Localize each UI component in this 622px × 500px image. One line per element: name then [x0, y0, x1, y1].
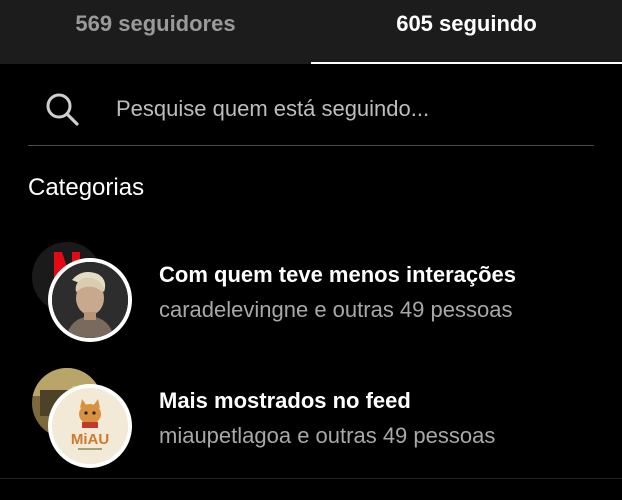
tab-followers[interactable]: 569 seguidores [0, 0, 311, 64]
following-screen: 569 seguidores 605 seguindo Categorias [0, 0, 622, 500]
search-bar [28, 76, 594, 146]
bottom-divider [0, 478, 622, 479]
category-title: Mais mostrados no feed [159, 388, 411, 413]
avatar-stack [28, 240, 138, 342]
svg-text:MiAU: MiAU [71, 431, 109, 448]
tab-bar: 569 seguidores 605 seguindo [0, 0, 622, 64]
tab-followers-label: 569 seguidores [75, 11, 236, 36]
category-subtitle: miaupetlagoa e outras 49 pessoas [159, 423, 496, 448]
person-avatar [48, 258, 132, 342]
miau-logo-avatar: MiAU [48, 384, 132, 468]
category-most-shown[interactable]: MiAU Mais mostrados no feed miaupetlagoa… [28, 366, 598, 468]
tab-following-label: 605 seguindo [396, 11, 537, 36]
category-subtitle: caradelevingne e outras 49 pessoas [159, 297, 513, 322]
search-input[interactable] [116, 90, 576, 128]
avatar-stack: MiAU [28, 366, 138, 468]
categories-heading: Categorias [28, 174, 145, 201]
category-title: Com quem teve menos interações [159, 262, 517, 287]
category-least-interacted[interactable]: Com quem teve menos interações caradelev… [28, 240, 598, 342]
search-icon [46, 93, 79, 126]
active-tab-indicator [311, 62, 622, 64]
tab-following[interactable]: 605 seguindo [311, 0, 622, 64]
